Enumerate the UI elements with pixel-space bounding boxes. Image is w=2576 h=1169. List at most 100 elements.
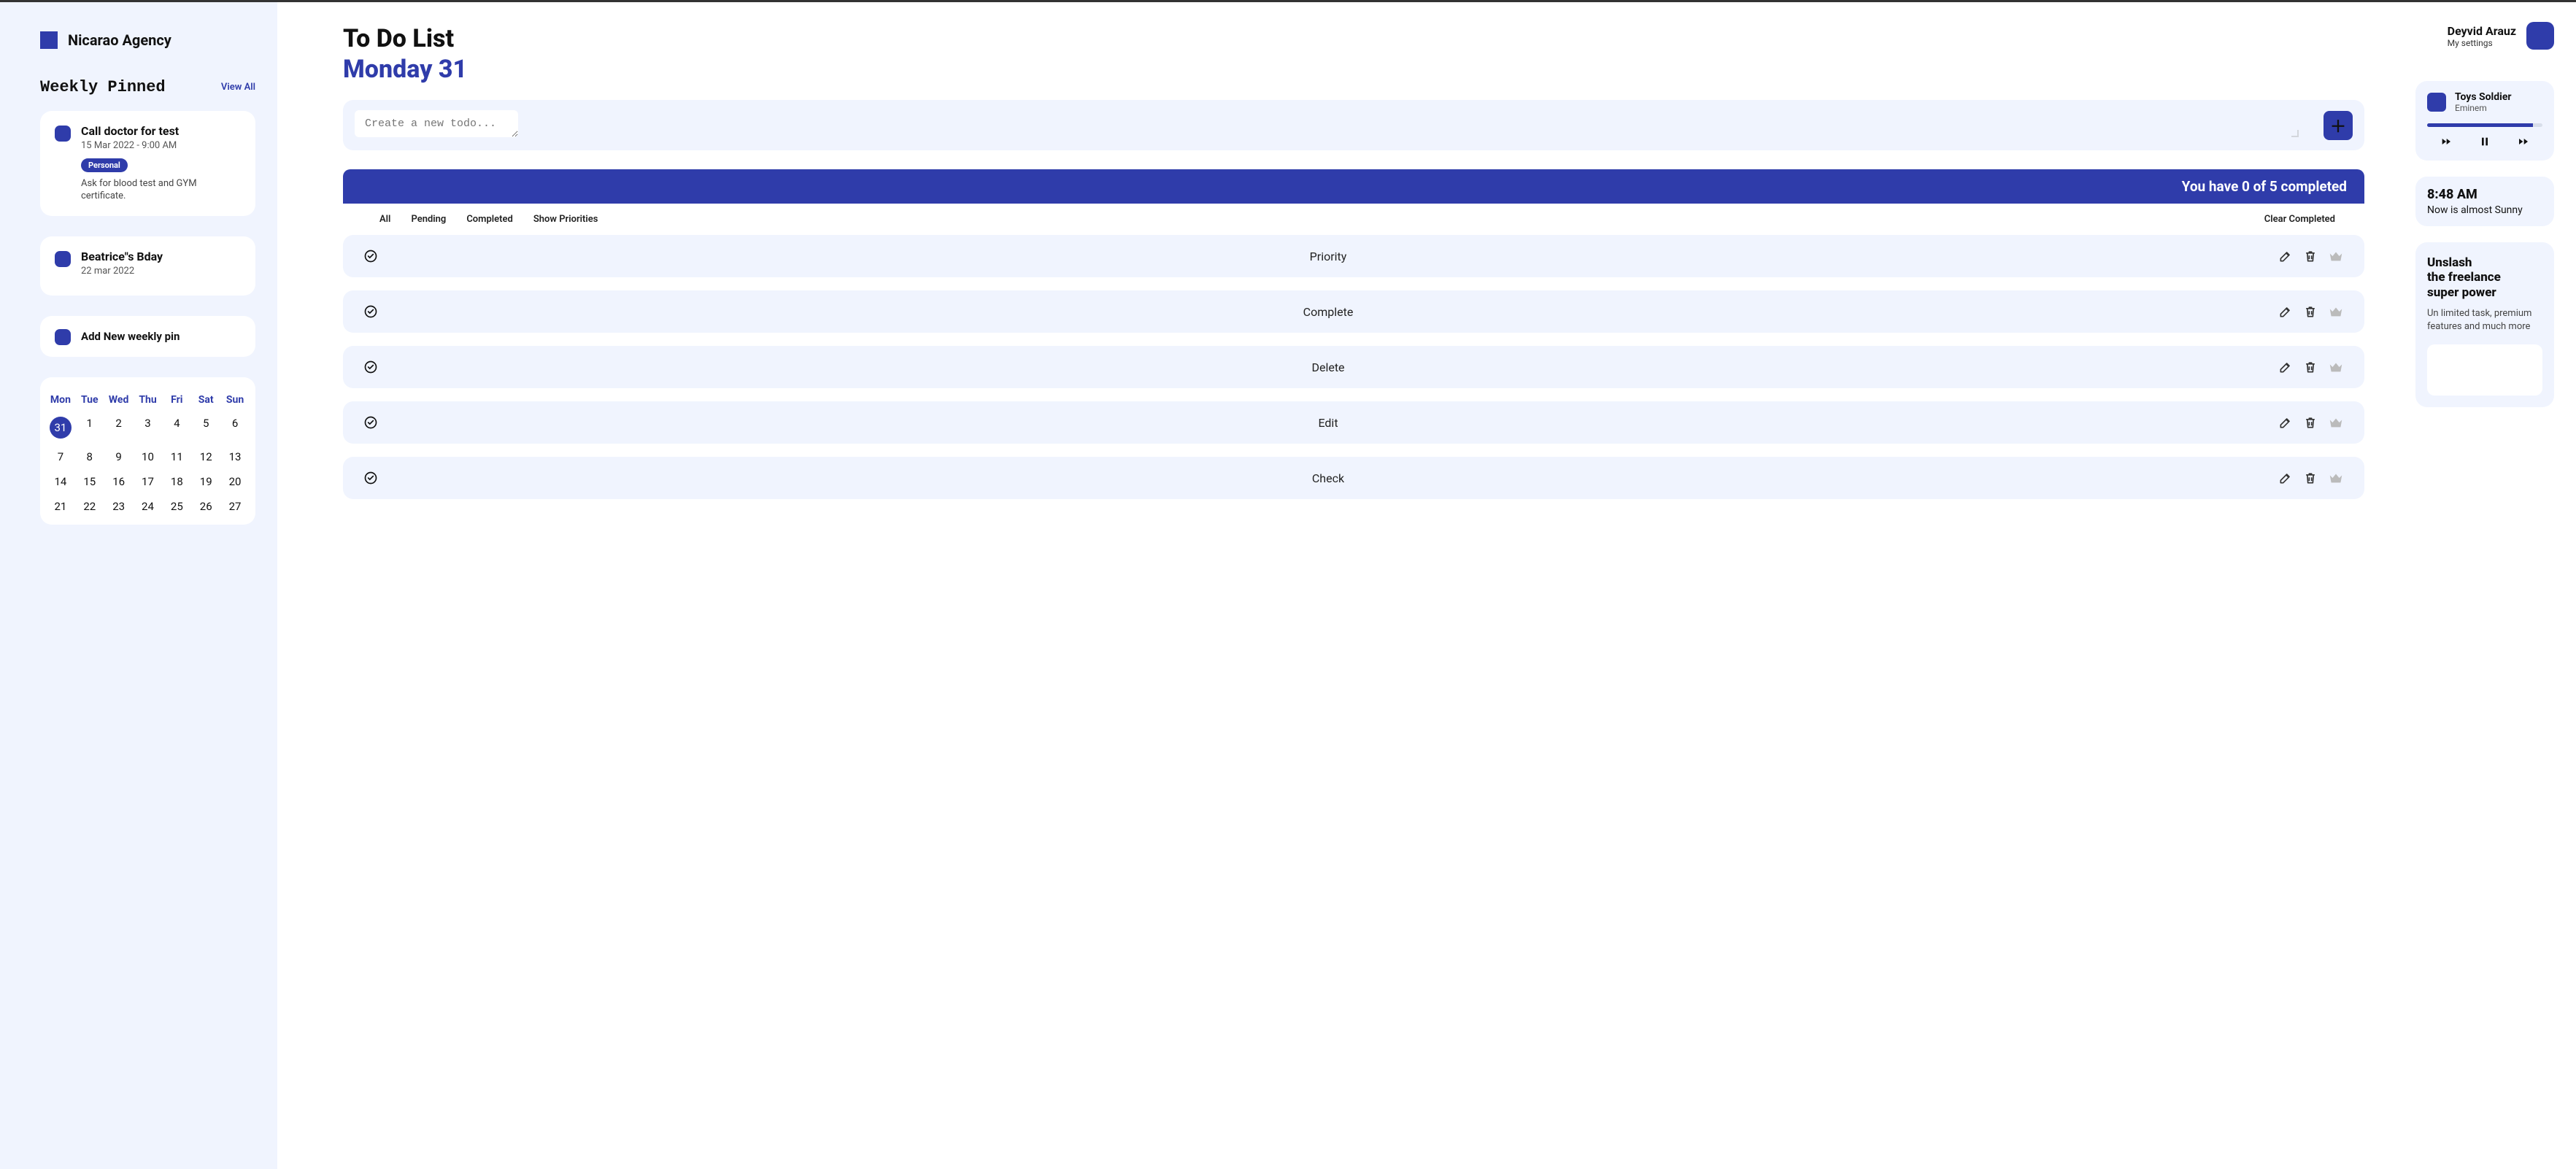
calendar-cell[interactable]: 3 xyxy=(134,412,163,443)
weekly-title: Weekly Pinned xyxy=(40,78,166,96)
calendar-day-head: Wed xyxy=(104,390,134,409)
trash-icon[interactable] xyxy=(2303,415,2318,430)
pin-title: Call doctor for test xyxy=(81,124,241,138)
calendar-cell[interactable]: 9 xyxy=(104,446,134,468)
calendar-cell[interactable]: 12 xyxy=(191,446,220,468)
calendar-cell[interactable]: 11 xyxy=(162,446,191,468)
check-circle-icon[interactable] xyxy=(363,360,378,374)
calendar-cell[interactable]: 25 xyxy=(162,495,191,517)
filter-completed[interactable]: Completed xyxy=(466,214,513,225)
promo-image-placeholder xyxy=(2427,344,2542,396)
todo-text: Complete xyxy=(378,305,2278,319)
calendar-cell[interactable]: 13 xyxy=(220,446,250,468)
album-cover xyxy=(2427,93,2446,112)
page-date: Monday 31 xyxy=(343,55,467,84)
check-circle-icon[interactable] xyxy=(363,304,378,319)
promo-desc: Un limited task, premium features and mu… xyxy=(2427,307,2542,333)
page-title-block: To Do List Monday 31 xyxy=(343,24,467,84)
calendar-cell[interactable]: 20 xyxy=(220,471,250,493)
add-pin-label: Add New weekly pin xyxy=(81,330,180,343)
edit-icon[interactable] xyxy=(2278,360,2293,374)
crown-icon[interactable] xyxy=(2328,304,2344,320)
avatar[interactable] xyxy=(2526,22,2554,50)
user-block: Deyvid Arauz My settings xyxy=(2448,22,2554,50)
weather-card: 8:48 AM Now is almost Sunny xyxy=(2415,177,2554,226)
prev-icon[interactable] xyxy=(2439,136,2453,147)
calendar-cell[interactable]: 2 xyxy=(104,412,134,443)
brand-logo xyxy=(40,31,58,49)
todo-item: Check xyxy=(343,457,2364,499)
status-bar: You have 0 of 5 completed xyxy=(343,169,2364,204)
calendar-cell[interactable]: 8 xyxy=(75,446,104,468)
pin-card[interactable]: Beatrice"s Bday 22 mar 2022 xyxy=(40,236,255,296)
new-todo-input[interactable] xyxy=(355,110,518,137)
brand-name: Nicarao Agency xyxy=(68,31,171,49)
calendar-day-head: Thu xyxy=(134,390,163,409)
check-circle-icon[interactable] xyxy=(363,471,378,485)
edit-icon[interactable] xyxy=(2278,304,2293,319)
calendar-day-head: Sat xyxy=(191,390,220,409)
calendar-cell[interactable]: 6 xyxy=(220,412,250,443)
music-card: Toys Soldier Eminem xyxy=(2415,81,2554,161)
todo-item: Delete xyxy=(343,346,2364,388)
calendar-cell[interactable]: 22 xyxy=(75,495,104,517)
pause-icon[interactable] xyxy=(2477,136,2492,147)
trash-icon[interactable] xyxy=(2303,304,2318,319)
filter-pending[interactable]: Pending xyxy=(411,214,446,225)
calendar-cell[interactable]: 15 xyxy=(75,471,104,493)
todo-text: Priority xyxy=(378,250,2278,263)
crown-icon[interactable] xyxy=(2328,470,2344,486)
weekly-view-all[interactable]: View All xyxy=(221,82,255,93)
calendar-cell[interactable]: 5 xyxy=(191,412,220,443)
pin-desc: Ask for blood test and GYM certificate. xyxy=(81,178,241,203)
right-column: Toys Soldier Eminem 8:48 AM Now is almos… xyxy=(2415,2,2576,1169)
promo-title: Unslash the freelance super power xyxy=(2427,255,2542,300)
todo-item: Edit xyxy=(343,401,2364,444)
calendar-cell[interactable]: 23 xyxy=(104,495,134,517)
edit-icon[interactable] xyxy=(2278,249,2293,263)
filter-priorities[interactable]: Show Priorities xyxy=(533,214,598,225)
clear-completed[interactable]: Clear Completed xyxy=(2264,214,2335,225)
new-todo-wrap: ＋ xyxy=(343,100,2364,150)
pin-meta: 22 mar 2022 xyxy=(81,266,241,277)
calendar-cell[interactable]: 4 xyxy=(162,412,191,443)
music-progress-bar[interactable] xyxy=(2427,123,2542,127)
calendar-cell[interactable]: 19 xyxy=(191,471,220,493)
check-circle-icon[interactable] xyxy=(363,415,378,430)
calendar-cell[interactable]: 14 xyxy=(46,471,75,493)
crown-icon[interactable] xyxy=(2328,414,2344,431)
crown-icon[interactable] xyxy=(2328,359,2344,375)
pin-card[interactable]: Call doctor for test 15 Mar 2022 - 9:00 … xyxy=(40,111,255,216)
add-todo-button[interactable]: ＋ xyxy=(2324,111,2353,140)
trash-icon[interactable] xyxy=(2303,249,2318,263)
calendar-day-head: Mon xyxy=(46,390,75,409)
trash-icon[interactable] xyxy=(2303,360,2318,374)
user-settings-link[interactable]: My settings xyxy=(2448,38,2516,48)
calendar-cell[interactable]: 31 xyxy=(46,412,75,443)
edit-icon[interactable] xyxy=(2278,415,2293,430)
calendar-cell[interactable]: 18 xyxy=(162,471,191,493)
todo-text: Edit xyxy=(378,416,2278,430)
filter-all[interactable]: All xyxy=(379,214,390,225)
calendar-cell[interactable]: 17 xyxy=(134,471,163,493)
calendar-cell[interactable]: 27 xyxy=(220,495,250,517)
calendar-cell[interactable]: 1 xyxy=(75,412,104,443)
calendar-cell[interactable]: 24 xyxy=(134,495,163,517)
calendar-day-head: Sun xyxy=(220,390,250,409)
pin-icon xyxy=(55,126,71,142)
calendar-cell[interactable]: 10 xyxy=(134,446,163,468)
crown-icon[interactable] xyxy=(2328,248,2344,264)
plus-icon: ＋ xyxy=(2330,114,2346,137)
calendar-cell[interactable]: 26 xyxy=(191,495,220,517)
add-pin-button[interactable]: Add New weekly pin xyxy=(40,316,255,357)
calendar-cell[interactable]: 7 xyxy=(46,446,75,468)
check-circle-icon[interactable] xyxy=(363,249,378,263)
calendar-cell[interactable]: 16 xyxy=(104,471,134,493)
promo-card: Unslash the freelance super power Un lim… xyxy=(2415,242,2554,407)
pin-icon xyxy=(55,251,71,267)
trash-icon[interactable] xyxy=(2303,471,2318,485)
track-artist: Eminem xyxy=(2455,103,2512,113)
calendar-cell[interactable]: 21 xyxy=(46,495,75,517)
next-icon[interactable] xyxy=(2516,136,2531,147)
edit-icon[interactable] xyxy=(2278,471,2293,485)
